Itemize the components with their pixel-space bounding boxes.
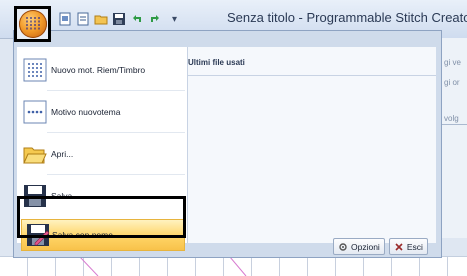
gear-icon [339, 242, 347, 251]
undo-icon[interactable] [130, 12, 144, 26]
application-button[interactable] [19, 10, 47, 38]
design-canvas[interactable] [0, 256, 467, 276]
stitch-logo-icon [26, 17, 40, 31]
open-folder-icon[interactable] [94, 12, 108, 26]
background-text-fragment: gi ve [444, 58, 461, 67]
menu-item-new-motif[interactable]: Motivo nuovotema [17, 93, 187, 131]
menu-separator [47, 132, 185, 133]
options-button[interactable]: Opzioni [333, 238, 385, 255]
close-icon [395, 242, 403, 251]
background-text-fragment: volg [444, 114, 459, 123]
menu-item-label: Motivo nuovotema [51, 107, 121, 117]
exit-label: Esci [406, 241, 423, 252]
highlight-frame [17, 196, 186, 238]
recent-files-panel: Ultimi file usati [188, 47, 436, 243]
save-icon[interactable] [112, 12, 126, 26]
menu-separator [47, 174, 185, 175]
menu-item-new-fill-stamp[interactable]: Nuovo mot. Riem/Timbro [17, 51, 187, 89]
options-label: Opzioni [351, 241, 380, 252]
window-title: Senza titolo - Programmable Stitch Creat… [227, 10, 467, 25]
menu-footer-buttons: Opzioni Esci [333, 238, 428, 255]
menu-separator [47, 90, 185, 91]
motif-pattern-icon [23, 100, 47, 124]
menu-item-open[interactable]: Apri... [17, 135, 187, 173]
application-button-frame [14, 6, 51, 42]
customize-toolbar-dropdown[interactable]: ▾ [172, 14, 177, 25]
redo-icon[interactable] [148, 12, 162, 26]
quick-access-toolbar: ▾ [58, 11, 177, 27]
exit-button[interactable]: Esci [388, 238, 428, 255]
menu-item-label: Apri... [51, 149, 74, 159]
open-folder-icon [23, 147, 47, 164]
fill-stamp-pattern-icon [23, 58, 47, 82]
recent-files-header: Ultimi file usati [188, 47, 436, 76]
background-text-fragment: gi or [444, 78, 460, 87]
menu-item-label: Nuovo mot. Riem/Timbro [51, 65, 146, 75]
new-file-icon[interactable] [58, 12, 72, 26]
canvas-stitch-lines [79, 257, 247, 276]
new-document-icon[interactable] [76, 12, 90, 26]
